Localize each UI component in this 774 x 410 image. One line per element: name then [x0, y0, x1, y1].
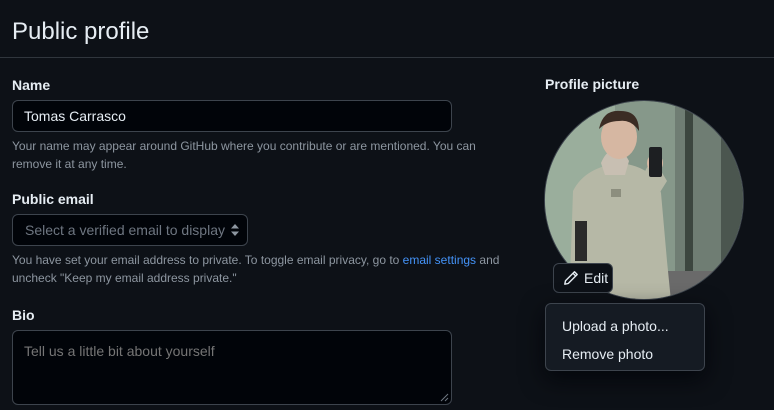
- name-label: Name: [12, 77, 51, 93]
- pencil-icon: [564, 271, 578, 285]
- profile-picture-label: Profile picture: [545, 76, 640, 92]
- edit-button-label: Edit: [584, 270, 609, 286]
- email-settings-link[interactable]: email settings: [403, 253, 476, 267]
- public-email-label: Public email: [12, 191, 94, 207]
- resize-grip-icon[interactable]: [440, 393, 449, 402]
- name-note-line-2: remove it at any time.: [12, 157, 127, 171]
- public-email-note: You have set your email address to priva…: [12, 251, 522, 287]
- public-email-note-line-1: You have set your email address to priva…: [12, 253, 500, 267]
- bio-textarea[interactable]: [12, 330, 452, 405]
- title-divider: [0, 57, 774, 58]
- name-note-line-1: Your name may appear around GitHub where…: [12, 139, 476, 153]
- public-email-select[interactable]: Select a verified email to display: [12, 214, 248, 246]
- avatar-menu: Upload a photo... Remove photo: [545, 303, 705, 371]
- public-email-note-line-2: uncheck "Keep my email address private.": [12, 271, 237, 285]
- edit-avatar-button[interactable]: Edit: [553, 263, 613, 293]
- public-email-select-placeholder: Select a verified email to display: [25, 222, 225, 238]
- page-title: Public profile: [12, 18, 150, 45]
- menu-item-upload-photo[interactable]: Upload a photo...: [546, 312, 704, 340]
- bio-label: Bio: [12, 307, 35, 323]
- name-input[interactable]: [12, 100, 452, 132]
- menu-item-remove-photo[interactable]: Remove photo: [546, 340, 704, 368]
- name-note: Your name may appear around GitHub where…: [12, 137, 512, 173]
- select-arrows-icon: [231, 224, 239, 236]
